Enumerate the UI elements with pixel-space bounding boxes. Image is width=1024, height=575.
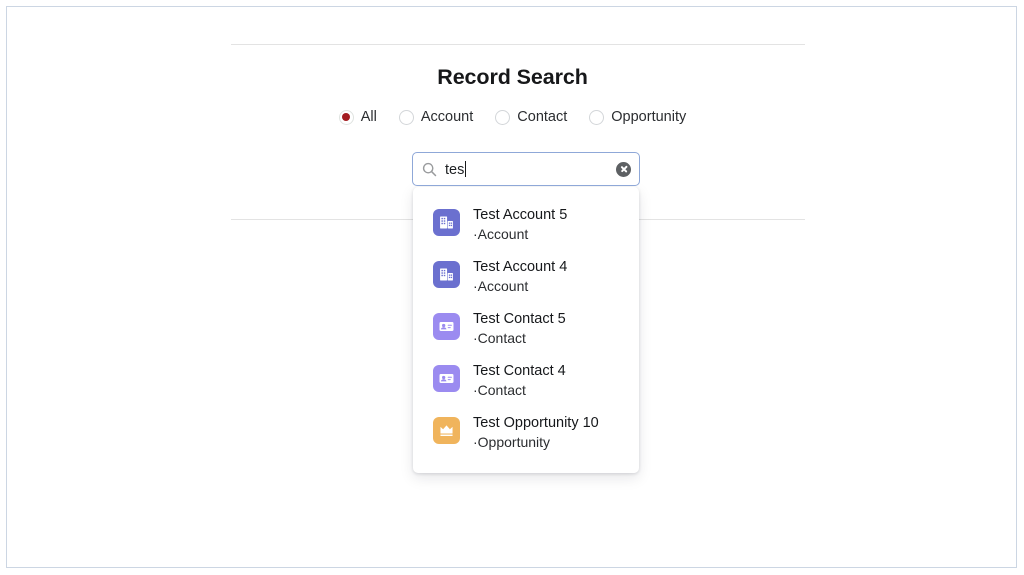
search-result-title: Test Account 4 bbox=[473, 259, 568, 275]
radio-option-opportunity[interactable]: Opportunity bbox=[589, 109, 686, 125]
search-result-text: Test Account 4 ·Account bbox=[473, 259, 567, 295]
search-result-title: Test Opportunity 10 bbox=[473, 415, 599, 431]
search-result-title: Test Contact 5 bbox=[473, 311, 566, 327]
search-result-text: Test Contact 4 ·Contact bbox=[473, 363, 566, 399]
search-input-box[interactable]: tes bbox=[412, 152, 640, 186]
search-result-text: Test Account 5 ·Account bbox=[473, 207, 567, 243]
radio-mark-icon[interactable] bbox=[338, 109, 354, 125]
account-building-icon bbox=[433, 209, 460, 236]
search-input-text: tes bbox=[445, 161, 465, 178]
text-caret bbox=[464, 160, 467, 177]
divider-top bbox=[231, 44, 805, 45]
radio-option-contact[interactable]: Contact bbox=[495, 109, 567, 125]
search-result-subtitle: ·Opportunity bbox=[473, 434, 551, 450]
search-result-text: Test Opportunity 10 ·Opportunity bbox=[473, 415, 599, 451]
page-frame: Record Search All Account Contact Opportuni… bbox=[6, 6, 1017, 568]
radio-option-label: Opportunity bbox=[611, 109, 687, 125]
search-result-title: Test Account 5 bbox=[473, 207, 568, 223]
search-result-item[interactable]: Test Contact 4 ·Contact bbox=[413, 355, 639, 407]
search-input[interactable]: tes bbox=[445, 160, 616, 178]
search-result-title: Test Contact 4 bbox=[473, 363, 566, 379]
radio-option-label: Account bbox=[420, 109, 474, 125]
search-result-text: Test Contact 5 ·Contact bbox=[473, 311, 566, 347]
contact-card-icon bbox=[433, 365, 460, 392]
radio-option-label: Contact bbox=[517, 109, 568, 125]
radio-option-label: All bbox=[360, 109, 377, 125]
radio-mark-icon[interactable] bbox=[589, 109, 605, 125]
search-result-item[interactable]: Test Opportunity 10 ·Opportunity bbox=[413, 407, 639, 459]
search-result-item[interactable]: Test Contact 5 ·Contact bbox=[413, 303, 639, 355]
radio-option-all[interactable]: All bbox=[338, 109, 377, 125]
search-icon bbox=[422, 162, 437, 177]
record-type-filter-group: All Account Contact Opportunity bbox=[7, 109, 1018, 125]
search-result-item[interactable]: Test Account 4 ·Account bbox=[413, 251, 639, 303]
search-result-subtitle: ·Account bbox=[473, 278, 529, 294]
opportunity-crown-icon bbox=[433, 417, 460, 444]
page-title: Record Search bbox=[437, 65, 588, 89]
radio-mark-icon[interactable] bbox=[495, 109, 511, 125]
contact-card-icon bbox=[433, 313, 460, 340]
search-result-subtitle: ·Contact bbox=[473, 330, 526, 346]
search-result-item[interactable]: Test Account 5 ·Account bbox=[413, 199, 639, 251]
account-building-icon bbox=[433, 261, 460, 288]
search-result-subtitle: ·Contact bbox=[473, 382, 526, 398]
radio-option-account[interactable]: Account bbox=[398, 109, 474, 125]
clear-search-button[interactable] bbox=[616, 161, 631, 177]
search-results-dropdown: Test Account 5 ·Account Test Account 4 ·Acc… bbox=[413, 187, 639, 473]
search-result-subtitle: ·Account bbox=[473, 226, 529, 242]
radio-mark-icon[interactable] bbox=[398, 109, 414, 125]
